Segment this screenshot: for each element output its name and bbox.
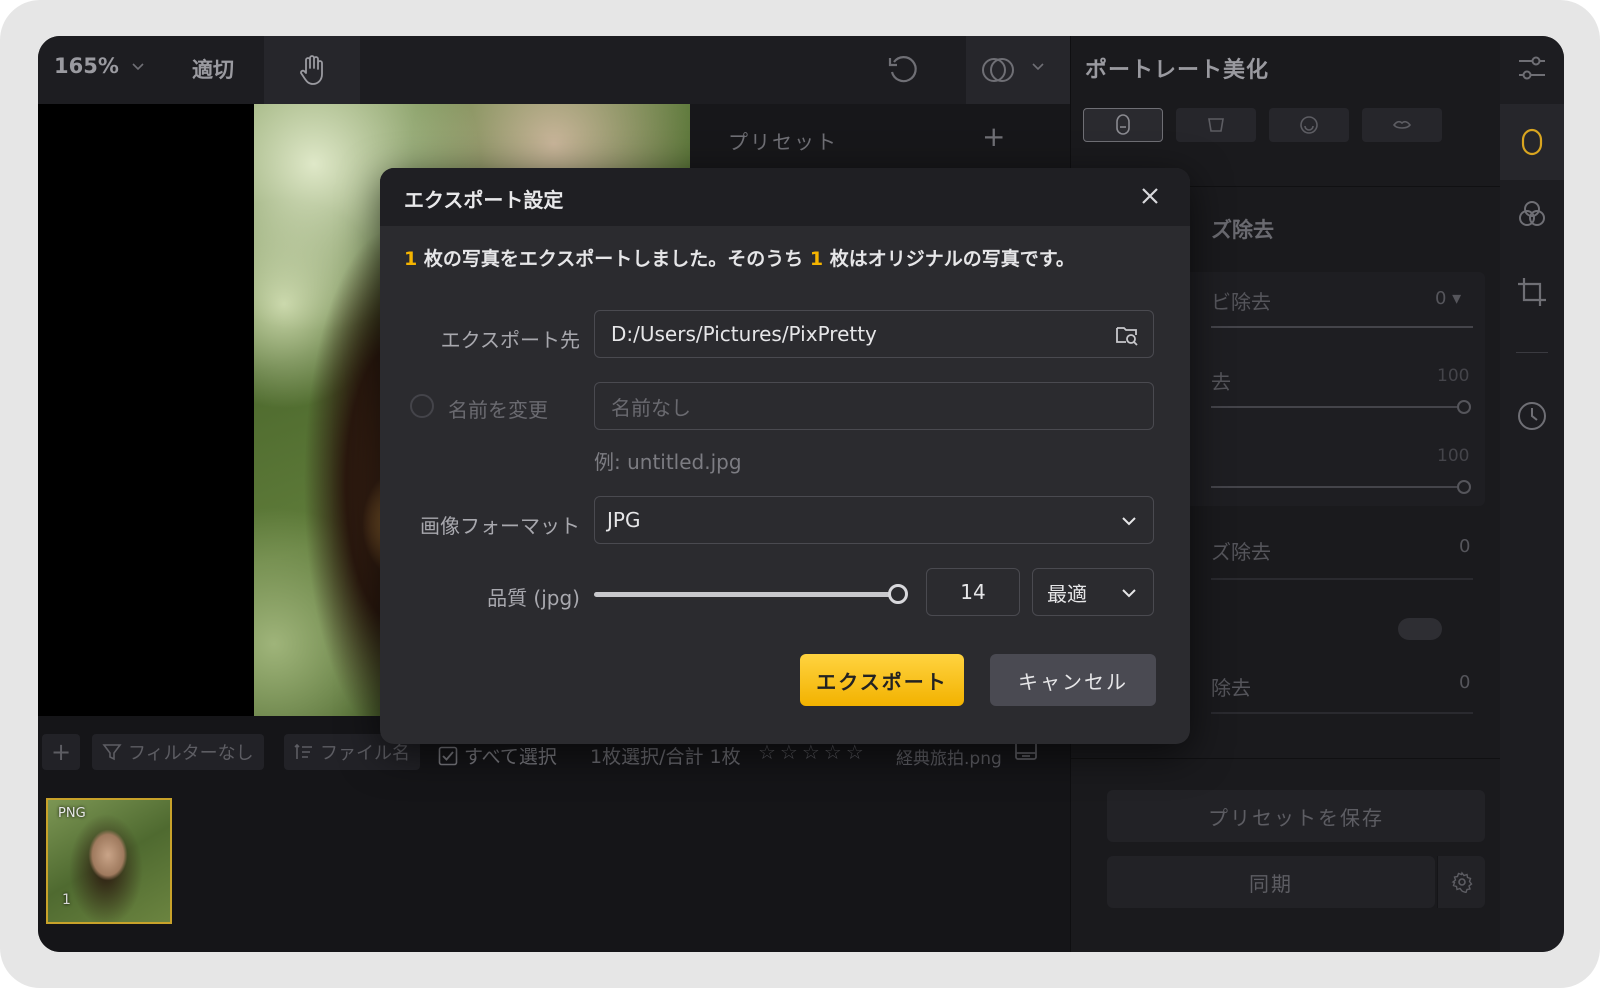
- row-label: 除去: [1211, 676, 1251, 700]
- dialog-header: エクスポート設定: [380, 168, 1190, 226]
- feature-toggle[interactable]: [1398, 618, 1442, 640]
- row-label: ズ除去: [1211, 540, 1271, 564]
- add-image-button[interactable]: +: [42, 734, 80, 770]
- summary-text: 枚はオリジナルの写真です。: [823, 248, 1075, 270]
- tab-expression[interactable]: [1269, 108, 1349, 142]
- thumbnail[interactable]: PNG 1: [46, 798, 172, 924]
- original-count: 1: [809, 248, 824, 270]
- sort-icon: [294, 743, 312, 759]
- tab-makeup[interactable]: [1362, 108, 1442, 142]
- export-settings-dialog: エクスポート設定 1 枚の写真をエクスポートしました。そのうち 1 枚はオリジナ…: [380, 168, 1190, 744]
- canvas-toolbar: 165% 適切: [38, 36, 1070, 104]
- compare-icon: [980, 52, 1016, 92]
- filter-icon: [102, 744, 122, 761]
- tool-strip: [1500, 36, 1564, 952]
- face-icon: [1116, 114, 1130, 135]
- selection-count: 1枚選択/合計 1枚: [590, 746, 741, 768]
- divider: [1211, 578, 1473, 580]
- hand-tool-button[interactable]: [264, 36, 360, 104]
- rename-placeholder: 名前なし: [611, 395, 691, 420]
- add-preset-button[interactable]: +: [982, 120, 1005, 153]
- fit-button[interactable]: 適切: [192, 54, 234, 84]
- compare-button[interactable]: [966, 36, 1070, 104]
- filmstrip: PNG 1: [38, 778, 1070, 952]
- quality-preset-value: 最適: [1047, 581, 1087, 606]
- checkbox-icon: [438, 746, 458, 766]
- folder-search-icon[interactable]: [1115, 323, 1139, 347]
- rename-label: 名前を変更: [448, 398, 548, 422]
- rename-input[interactable]: 名前なし: [594, 382, 1154, 430]
- skin-icon: [1208, 118, 1224, 132]
- quality-slider-knob[interactable]: [888, 584, 908, 604]
- rename-hint: 例: untitled.jpg: [594, 450, 742, 474]
- lips-icon: [1392, 120, 1412, 129]
- cancel-button[interactable]: キャンセル: [990, 654, 1156, 706]
- tab-face[interactable]: [1083, 108, 1163, 142]
- tool-portrait[interactable]: [1500, 104, 1564, 180]
- filter-label: フィルターなし: [128, 743, 254, 764]
- format-label: 画像フォーマット: [420, 514, 580, 538]
- slider-knob[interactable]: [1457, 400, 1471, 414]
- sync-settings-button[interactable]: [1437, 856, 1485, 908]
- quality-preset-select[interactable]: 最適: [1032, 568, 1154, 616]
- divider: [1211, 712, 1473, 714]
- chevron-down-icon: [1122, 517, 1136, 526]
- preset-title: プリセット: [728, 130, 838, 154]
- select-all-label: すべて選択: [464, 746, 557, 768]
- destination-field[interactable]: D:/Users/Pictures/PixPretty: [594, 310, 1154, 358]
- tab-skin[interactable]: [1176, 108, 1256, 142]
- divider: [1211, 326, 1473, 328]
- select-all-checkbox[interactable]: すべて選択: [438, 742, 557, 769]
- panel-title: ポートレート美化: [1085, 58, 1270, 83]
- face-outline-icon: [1521, 128, 1543, 156]
- row-value[interactable]: 0 ▾: [1435, 288, 1461, 309]
- export-count: 1: [404, 248, 418, 270]
- hand-icon: [300, 55, 323, 85]
- reset-icon[interactable]: [886, 52, 920, 90]
- close-icon[interactable]: [1136, 182, 1164, 210]
- app-window: 165% 適切 プリセット + + フィルターなし ファイル名 すべて選択 1枚…: [38, 36, 1564, 952]
- slider-track[interactable]: [1211, 486, 1463, 488]
- filter-dropdown[interactable]: フィルターなし: [92, 734, 264, 770]
- quality-label: 品質 (jpg): [487, 586, 580, 610]
- row-value: 100: [1437, 446, 1470, 466]
- format-value: JPG: [607, 508, 641, 532]
- divider: [1516, 352, 1548, 353]
- row-value: 0: [1459, 672, 1471, 693]
- chevron-down-icon[interactable]: [1030, 58, 1046, 78]
- sliders-icon[interactable]: [1516, 52, 1548, 88]
- color-circles-icon[interactable]: [1516, 198, 1548, 234]
- slider-track[interactable]: [1211, 406, 1463, 408]
- quality-input[interactable]: 14: [926, 568, 1020, 616]
- row-label: ビ除去: [1211, 290, 1271, 314]
- rename-radio[interactable]: [410, 394, 434, 418]
- smile-icon: [1300, 116, 1318, 134]
- gear-icon: [1451, 871, 1472, 893]
- sync-button[interactable]: 同期: [1107, 856, 1435, 908]
- export-button[interactable]: エクスポート: [800, 654, 964, 706]
- row-value: 100: [1437, 366, 1470, 386]
- quality-slider[interactable]: [594, 592, 900, 597]
- divider: [1071, 758, 1501, 759]
- quality-value: 14: [960, 580, 986, 604]
- destination-path: D:/Users/Pictures/PixPretty: [611, 322, 877, 346]
- export-summary: 1 枚の写真をエクスポートしました。そのうち 1 枚はオリジナルの写真です。: [404, 244, 1075, 271]
- chevron-down-icon: [1122, 589, 1136, 598]
- row-label: 去: [1211, 370, 1231, 394]
- current-filename: 経典旅拍.png: [896, 749, 1002, 769]
- destination-label: エクスポート先: [440, 328, 580, 352]
- thumbnail-index: 1: [62, 892, 71, 908]
- row-value: 0: [1459, 536, 1471, 557]
- thumbnail-format: PNG: [58, 806, 86, 821]
- summary-text: 枚の写真をエクスポートしました。そのうち: [417, 248, 810, 270]
- save-preset-button[interactable]: プリセットを保存: [1107, 790, 1485, 842]
- dialog-title: エクスポート設定: [404, 188, 564, 212]
- history-icon[interactable]: [1516, 400, 1548, 436]
- chevron-down-icon[interactable]: [130, 58, 146, 78]
- format-select[interactable]: JPG: [594, 496, 1154, 544]
- slider-knob[interactable]: [1457, 480, 1471, 494]
- crop-icon[interactable]: [1516, 276, 1548, 312]
- section-title: ズ除去: [1211, 218, 1274, 242]
- zoom-level[interactable]: 165%: [54, 54, 119, 78]
